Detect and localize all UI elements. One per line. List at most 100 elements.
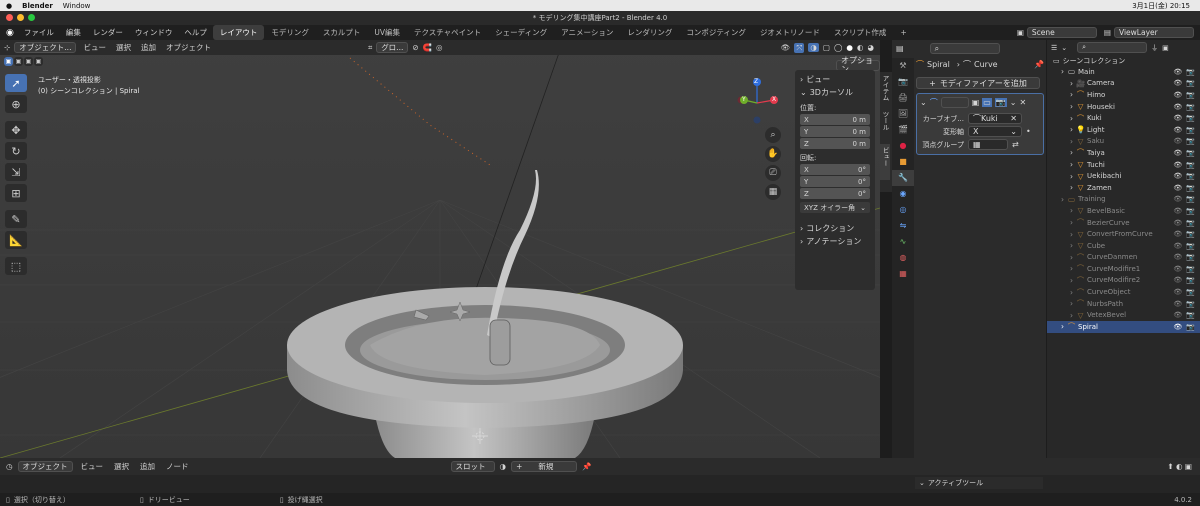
tab-texture-paint[interactable]: テクスチャペイント xyxy=(407,25,488,40)
scene-selector[interactable]: Scene xyxy=(1026,27,1097,38)
cursor-rot-y[interactable]: Y 0° xyxy=(800,176,870,187)
visibility-eye-icon[interactable]: 👁 xyxy=(1173,195,1182,203)
visibility-eye-icon[interactable]: 👁 xyxy=(1173,311,1182,319)
output-props-icon[interactable]: 🖨 xyxy=(892,90,914,106)
filter-icon[interactable]: ⌄ xyxy=(1061,44,1067,52)
render-camera-icon[interactable]: 📷 xyxy=(1186,219,1195,227)
outliner-row[interactable]: › ⌒ Kuki 👁 📷 xyxy=(1047,112,1200,124)
render-camera-icon[interactable]: 📷 xyxy=(1186,149,1195,157)
render-camera-icon[interactable]: 📷 xyxy=(1186,68,1195,76)
menu-window[interactable]: ウィンドウ xyxy=(129,27,179,38)
expand-icon[interactable]: › xyxy=(1067,125,1076,134)
gizmo-z-label[interactable]: Z xyxy=(754,78,758,85)
visibility-eye-icon[interactable]: 👁 xyxy=(1173,230,1182,238)
tab-shading[interactable]: シェーディング xyxy=(488,25,554,40)
scale-tool-icon[interactable]: ⇲ xyxy=(5,163,27,181)
mac-window-menu[interactable]: Window xyxy=(63,2,91,10)
object-menu[interactable]: オブジェクト xyxy=(163,42,214,53)
menu-edit[interactable]: 編集 xyxy=(60,27,87,38)
visibility-eye-icon[interactable]: 👁 xyxy=(1173,68,1182,76)
visibility-eye-icon[interactable]: 👁 xyxy=(1173,137,1182,145)
cursor-tool-icon[interactable]: ⊕ xyxy=(5,95,27,113)
particles-props-icon[interactable]: ◉ xyxy=(892,186,914,202)
tab-item[interactable]: アイテム xyxy=(880,72,890,108)
n-view-section[interactable]: › ビュー xyxy=(800,73,870,86)
modifier-menu-icon[interactable]: ⌄ xyxy=(1010,98,1017,107)
timeline-view-menu[interactable]: ビュー xyxy=(78,461,107,472)
render-camera-icon[interactable]: 📷 xyxy=(1186,103,1195,111)
visibility-eye-icon[interactable]: 👁 xyxy=(1173,184,1182,192)
vertex-group-field[interactable]: ▦ xyxy=(968,139,1008,150)
select-subtract-icon[interactable]: ▣ xyxy=(24,57,33,66)
visibility-eye-icon[interactable]: 👁 xyxy=(1173,242,1182,250)
visibility-eye-icon[interactable]: 👁 xyxy=(1173,323,1182,331)
zoom-window-button[interactable] xyxy=(28,14,35,21)
render-camera-icon[interactable]: 📷 xyxy=(1186,137,1195,145)
expand-icon[interactable]: › xyxy=(1067,230,1076,239)
gizmo-toggle-icon[interactable]: ⤧ xyxy=(794,42,805,53)
texture-props-icon[interactable]: ▦ xyxy=(892,266,914,282)
deform-axis-select[interactable]: X ⌄ xyxy=(968,126,1022,137)
tab-modeling[interactable]: モデリング xyxy=(264,25,316,40)
transform-orientation-selector[interactable]: グロ... xyxy=(376,42,409,53)
outliner-row[interactable]: › ▽ VetexBevel 👁 📷 xyxy=(1047,309,1200,321)
pan-hand-icon[interactable]: ✋ xyxy=(765,146,781,162)
outliner-row[interactable]: › ▽ Tuchi 👁 📷 xyxy=(1047,159,1200,171)
outliner-search-input[interactable]: ⌕ xyxy=(1077,42,1148,53)
render-camera-icon[interactable]: 📷 xyxy=(1186,114,1195,122)
snap-icon[interactable]: 🧲 xyxy=(423,43,432,52)
outliner-row[interactable]: › ▭ Main 👁 📷 xyxy=(1047,66,1200,78)
visibility-eye-icon[interactable]: 👁 xyxy=(1173,300,1182,308)
visibility-eye-icon[interactable]: 👁 xyxy=(1173,103,1182,111)
expand-icon[interactable]: › xyxy=(1067,218,1076,227)
zoom-icon[interactable]: ⌕ xyxy=(765,127,781,143)
outliner-row[interactable]: › ⌒ Himo 👁 📷 xyxy=(1047,89,1200,101)
visibility-eye-icon[interactable]: 👁 xyxy=(1173,265,1182,273)
slot-selector[interactable]: スロット xyxy=(450,461,495,472)
tool-props-icon[interactable]: ⚒ xyxy=(892,58,914,74)
expand-icon[interactable]: › xyxy=(1058,67,1067,76)
visibility-eye-icon[interactable]: 👁 xyxy=(1173,114,1182,122)
expand-icon[interactable]: › xyxy=(1067,299,1076,308)
visibility-eye-icon[interactable]: 👁 xyxy=(1173,253,1182,261)
menu-help[interactable]: ヘルプ xyxy=(178,27,213,38)
edit-mode-icon[interactable]: ▣ xyxy=(972,98,980,107)
tab-layout[interactable]: レイアウト xyxy=(212,25,265,40)
n-annotation-section[interactable]: › アノテーション xyxy=(800,235,870,248)
shading-wireframe-icon[interactable]: ◯ xyxy=(834,43,842,52)
outliner-row[interactable]: › ▭ Training 👁 📷 xyxy=(1047,194,1200,206)
collapse-icon[interactable]: ⌄ xyxy=(920,98,927,107)
visibility-eye-icon[interactable]: 👁 xyxy=(1173,276,1182,284)
editor-type-icon[interactable]: ⊹ xyxy=(4,43,10,52)
pin-icon[interactable]: 📌 xyxy=(582,462,591,471)
render-camera-icon[interactable]: 📷 xyxy=(1186,172,1195,180)
select-box-tool-icon[interactable]: ➚ xyxy=(5,74,27,92)
measure-tool-icon[interactable]: 📐 xyxy=(5,231,27,249)
outliner-row[interactable]: › ▽ Uekibachi 👁 📷 xyxy=(1047,170,1200,182)
gizmo-x-label[interactable]: X xyxy=(772,96,776,103)
pivot-icon[interactable]: ⊘ xyxy=(412,43,418,52)
viewlayer-selector[interactable]: ViewLayer xyxy=(1114,27,1194,38)
props-search-input[interactable]: ⌕ xyxy=(929,43,1000,54)
timeline-right-icons[interactable]: ⬆ ◐ ▣ xyxy=(1167,462,1200,471)
tab-compositing[interactable]: コンポジティング xyxy=(679,25,753,40)
add-cube-tool-icon[interactable]: ⬚ xyxy=(5,257,27,275)
outliner-row[interactable]: › ▽ ConvertFromCurve 👁 📷 xyxy=(1047,228,1200,240)
render-camera-icon[interactable]: 📷 xyxy=(1186,242,1195,250)
view-menu[interactable]: ビュー xyxy=(80,42,109,53)
menu-file[interactable]: ファイル xyxy=(18,27,60,38)
filter-funnel-icon[interactable]: ⏚ xyxy=(1151,43,1158,53)
outliner-row[interactable]: › ⌒ Spiral 👁 📷 xyxy=(1047,321,1200,333)
render-camera-icon[interactable]: 📷 xyxy=(1186,311,1195,319)
expand-icon[interactable]: › xyxy=(1067,264,1076,273)
gizmo-y-label[interactable]: Y xyxy=(742,96,746,103)
apple-icon[interactable]: ● xyxy=(6,2,12,10)
expand-icon[interactable]: › xyxy=(1058,195,1067,204)
render-camera-icon[interactable]: 📷 xyxy=(1186,323,1195,331)
select-extend-icon[interactable]: ▣ xyxy=(14,57,23,66)
n-collection-section[interactable]: › コレクション xyxy=(800,221,870,235)
outliner-row[interactable]: › 💡 Light 👁 📷 xyxy=(1047,124,1200,136)
pin-icon[interactable]: 📌 xyxy=(1034,60,1044,69)
object-props-icon[interactable]: ■ xyxy=(892,154,914,170)
outliner-row[interactable]: › ⌒ BezierCurve 👁 📷 xyxy=(1047,217,1200,229)
